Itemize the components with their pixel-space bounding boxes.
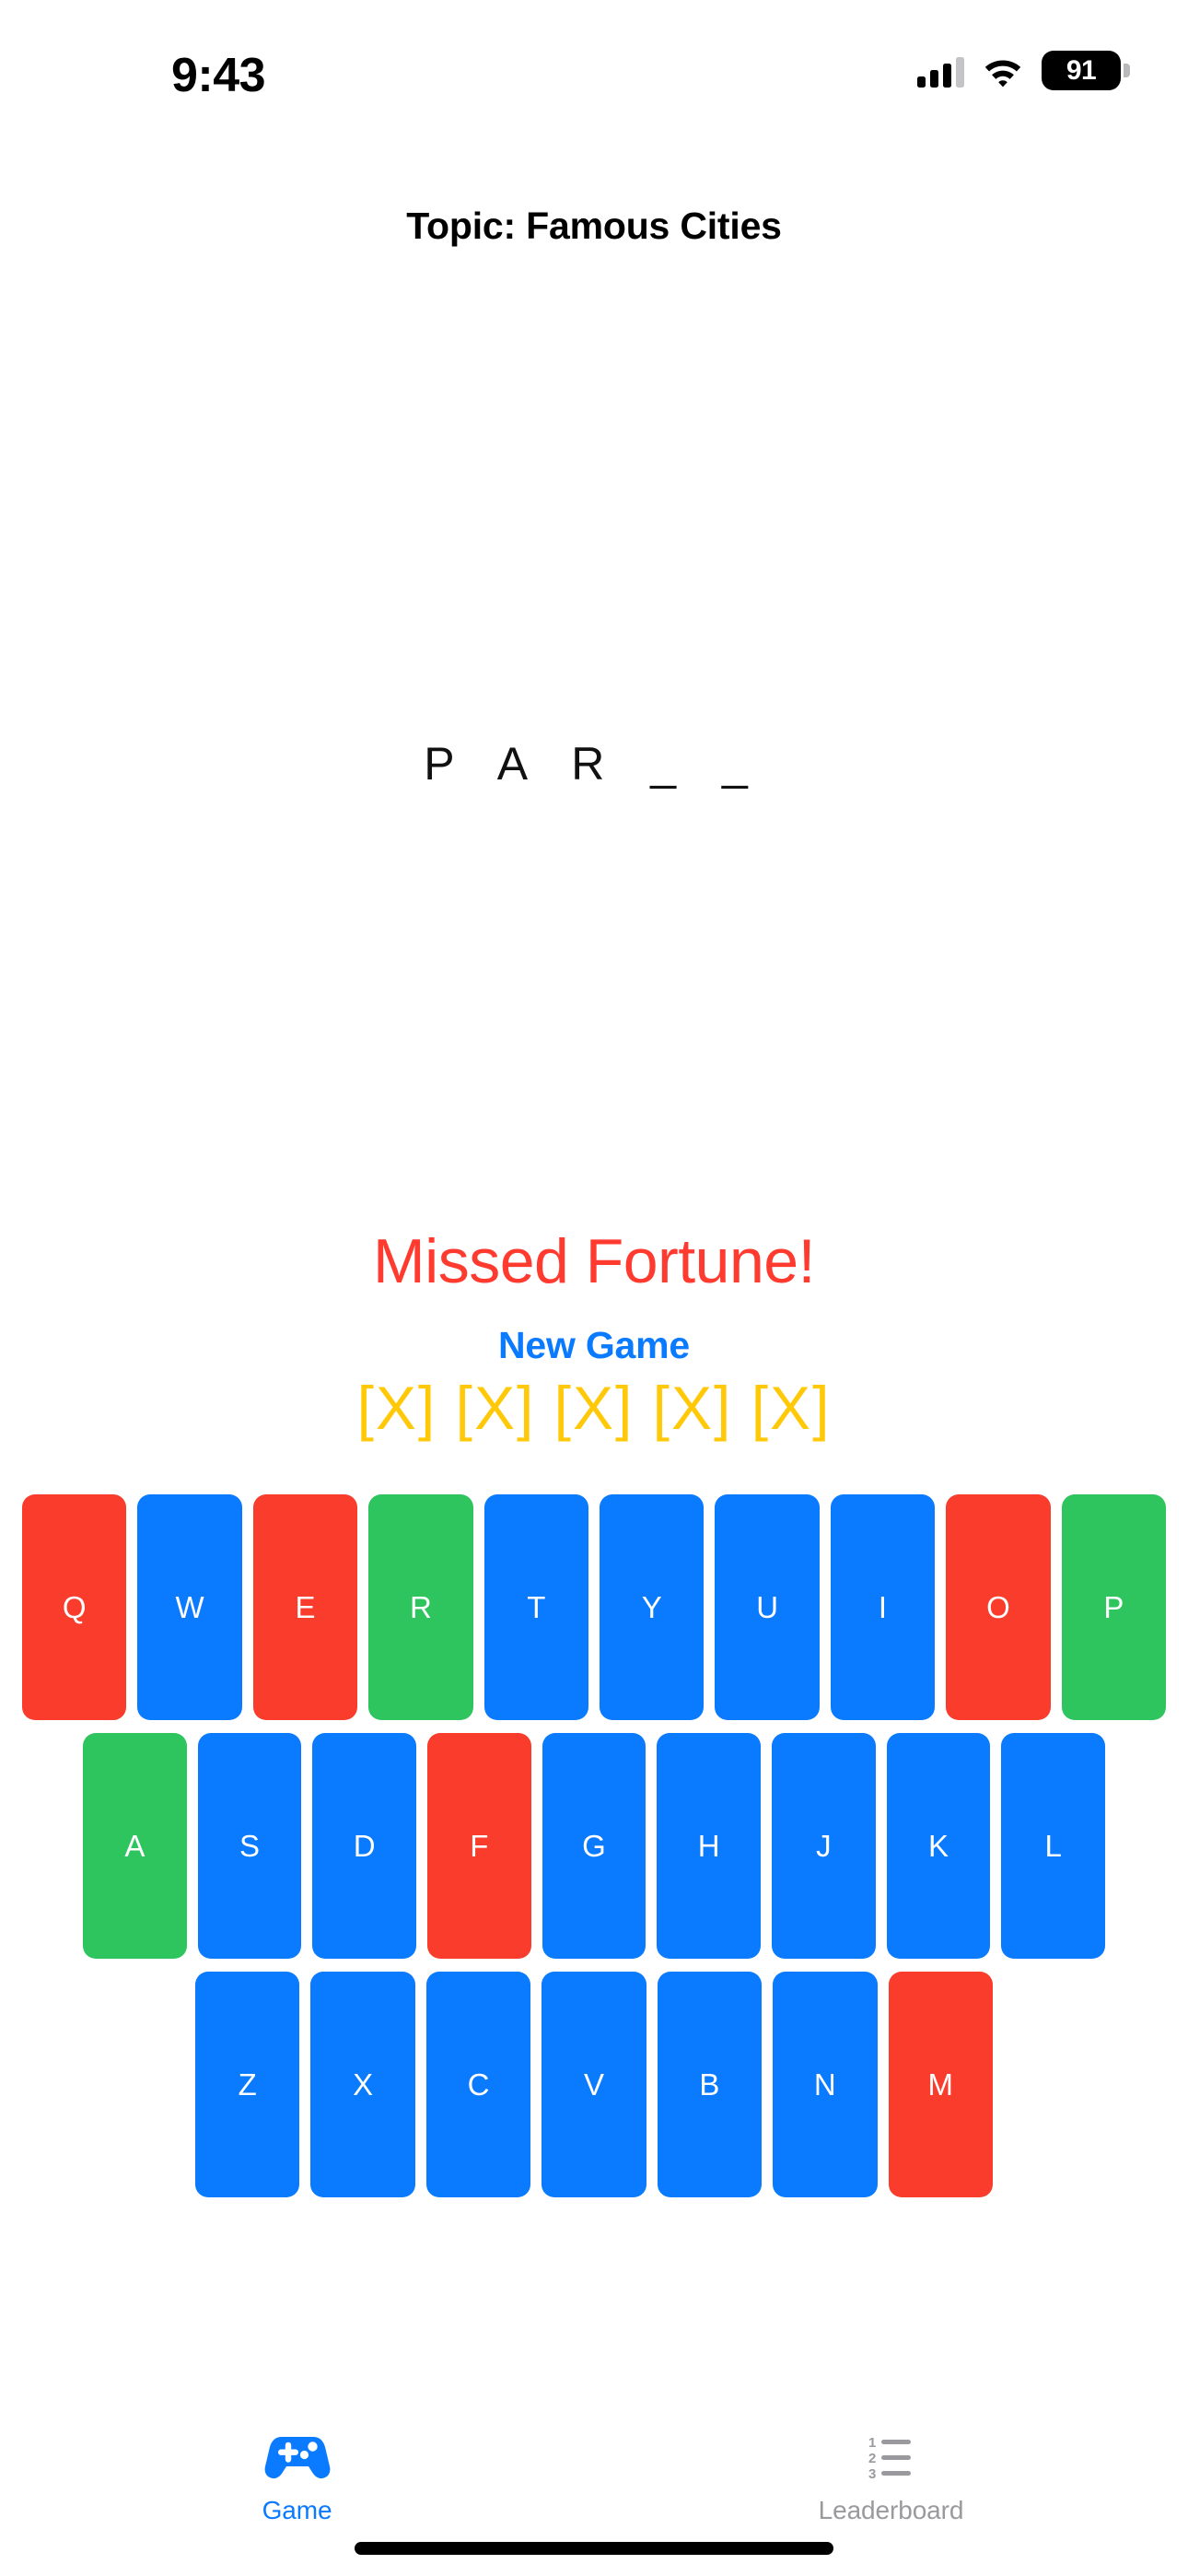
key-g[interactable]: G	[542, 1733, 646, 1959]
svg-text:2: 2	[868, 2451, 876, 2466]
result-message: Missed Fortune!	[372, 1226, 816, 1296]
page-title: Topic: Famous Cities	[406, 205, 782, 247]
keyboard-row-1: QWERTYUIOP	[0, 1494, 1188, 1720]
key-e[interactable]: E	[252, 1494, 358, 1720]
key-l[interactable]: L	[1001, 1733, 1106, 1959]
svg-text:1: 1	[868, 2435, 876, 2451]
cellular-signal-icon	[917, 54, 964, 88]
key-n[interactable]: N	[773, 1972, 878, 2197]
key-w[interactable]: W	[137, 1494, 242, 1720]
status-bar-indicators: 91	[917, 51, 1130, 90]
key-q[interactable]: Q	[21, 1494, 127, 1720]
letter-keyboard: QWERTYUIOP ASDFGHJKL ZXCVBNM	[0, 1494, 1188, 2210]
numbered-list-icon: 1 2 3	[857, 2424, 926, 2488]
key-v[interactable]: V	[542, 1972, 646, 2197]
key-c[interactable]: C	[425, 1972, 531, 2197]
home-indicator[interactable]	[355, 2542, 833, 2555]
key-y[interactable]: Y	[600, 1494, 705, 1720]
key-z[interactable]: Z	[195, 1972, 300, 2197]
key-f[interactable]: F	[427, 1733, 531, 1959]
key-t[interactable]: T	[483, 1494, 588, 1720]
key-o[interactable]: O	[946, 1494, 1051, 1720]
key-x[interactable]: X	[310, 1972, 415, 2197]
key-k[interactable]: K	[886, 1733, 991, 1959]
svg-text:3: 3	[868, 2466, 876, 2482]
key-r[interactable]: R	[368, 1494, 473, 1720]
tab-game-label: Game	[262, 2496, 332, 2524]
key-j[interactable]: J	[772, 1733, 876, 1959]
strikes-display: [X] [X] [X] [X] [X]	[356, 1374, 832, 1442]
app-screen: 9:43 91 Topic: Famous Cities P A R _ _ M…	[0, 0, 1188, 2576]
gamepad-icon	[263, 2424, 332, 2488]
key-m[interactable]: M	[888, 1972, 993, 2197]
battery-icon: 91	[1042, 51, 1130, 90]
battery-percent-label: 91	[1066, 54, 1097, 86]
key-s[interactable]: S	[197, 1733, 302, 1959]
key-a[interactable]: A	[82, 1733, 187, 1959]
word-display: P A R _ _	[424, 738, 764, 790]
key-p[interactable]: P	[1061, 1494, 1167, 1720]
keyboard-row-3: ZXCVBNM	[0, 1972, 1188, 2197]
status-bar: 9:43 91	[0, 0, 1188, 118]
key-d[interactable]: D	[312, 1733, 416, 1959]
status-bar-clock: 9:43	[171, 49, 266, 102]
key-b[interactable]: B	[657, 1972, 763, 2197]
key-h[interactable]: H	[657, 1733, 762, 1959]
wifi-icon	[984, 60, 1021, 87]
tab-leaderboard-label: Leaderboard	[818, 2496, 964, 2524]
key-i[interactable]: I	[830, 1494, 936, 1720]
new-game-button[interactable]: New Game	[0, 1324, 1188, 1367]
keyboard-row-2: ASDFGHJKL	[0, 1733, 1188, 1959]
key-u[interactable]: U	[715, 1494, 820, 1720]
